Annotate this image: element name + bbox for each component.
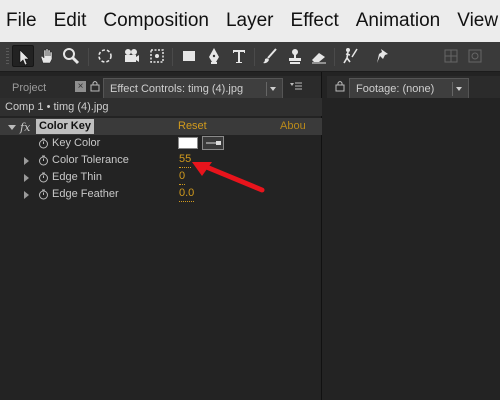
toolbar-separator xyxy=(254,48,255,66)
key-color-swatch[interactable] xyxy=(178,137,198,149)
property-row-color-tolerance: Color Tolerance 55 xyxy=(0,152,322,169)
stopwatch-icon[interactable] xyxy=(38,189,49,200)
lock-icon[interactable] xyxy=(90,80,100,92)
menu-view[interactable]: View xyxy=(457,10,498,32)
edge-feather-value[interactable]: 0.0 xyxy=(179,186,195,202)
pen-tool-icon[interactable] xyxy=(203,45,225,67)
key-color-label: Key Color xyxy=(52,137,101,149)
puppet-pin-tool-icon[interactable] xyxy=(372,45,394,67)
menu-file[interactable]: File xyxy=(6,10,37,32)
panel-menu-icon[interactable] xyxy=(289,81,303,93)
tab-project[interactable]: Project xyxy=(12,78,46,98)
rectangle-tool-icon[interactable] xyxy=(178,45,200,67)
menu-effect[interactable]: Effect xyxy=(291,10,339,32)
hand-tool-icon[interactable] xyxy=(36,45,58,67)
menu-composition[interactable]: Composition xyxy=(103,10,209,32)
comp-layer-label: Comp 1 • timg (4).jpg xyxy=(0,98,322,116)
world-axis-mode-icon[interactable] xyxy=(464,45,486,67)
tab-effect-controls-label: Effect Controls: timg (4).jpg xyxy=(110,83,244,95)
toolbar-separator xyxy=(88,48,89,66)
toolbar-separator xyxy=(172,48,173,66)
edge-feather-label: Edge Feather xyxy=(52,188,119,200)
twirl-open-icon[interactable] xyxy=(8,125,16,130)
menu-bar: File Edit Composition Layer Effect Anima… xyxy=(0,0,500,42)
twirl-closed-icon[interactable] xyxy=(24,191,29,199)
rotation-tool-icon[interactable] xyxy=(94,45,116,67)
unified-camera-tool-icon[interactable] xyxy=(120,45,142,67)
axis-mode-icon[interactable] xyxy=(440,45,462,67)
chevron-down-icon[interactable] xyxy=(266,82,278,96)
tab-effect-controls[interactable]: Effect Controls: timg (4).jpg xyxy=(103,78,283,98)
type-tool-icon[interactable] xyxy=(228,45,250,67)
clone-stamp-tool-icon[interactable] xyxy=(284,45,306,67)
panel-tab-bar: Project × Effect Controls: timg (4).jpg xyxy=(0,76,321,98)
tab-footage-label: Footage: (none) xyxy=(356,83,435,95)
panel-tab-bar: Footage: (none) xyxy=(327,76,500,98)
footage-panel: Footage: (none) xyxy=(327,72,500,400)
twirl-closed-icon[interactable] xyxy=(24,157,29,165)
effect-name[interactable]: Color Key xyxy=(36,119,94,134)
twirl-closed-icon[interactable] xyxy=(24,174,29,182)
about-link[interactable]: Abou xyxy=(280,118,306,135)
selection-tool-icon[interactable] xyxy=(12,45,34,67)
tab-footage[interactable]: Footage: (none) xyxy=(349,78,469,98)
color-tolerance-label: Color Tolerance xyxy=(52,154,129,166)
menu-animation[interactable]: Animation xyxy=(356,10,441,32)
color-tolerance-value[interactable]: 55 xyxy=(179,152,192,168)
effect-controls-panel: Project × Effect Controls: timg (4).jpg … xyxy=(0,72,322,400)
eyedropper-icon[interactable] xyxy=(202,136,224,150)
fx-icon[interactable]: fx xyxy=(20,119,30,136)
property-row-key-color: Key Color xyxy=(0,135,322,152)
eraser-tool-icon[interactable] xyxy=(308,45,330,67)
lock-icon[interactable] xyxy=(335,80,345,92)
toolbar-separator xyxy=(334,48,335,66)
pan-behind-tool-icon[interactable] xyxy=(146,45,168,67)
property-row-edge-feather: Edge Feather 0.0 xyxy=(0,186,322,203)
edge-thin-label: Edge Thin xyxy=(52,171,102,183)
brush-tool-icon[interactable] xyxy=(259,45,281,67)
roto-brush-tool-icon[interactable] xyxy=(340,45,362,67)
stopwatch-icon[interactable] xyxy=(38,172,49,183)
reset-link[interactable]: Reset xyxy=(178,118,207,135)
chevron-down-icon[interactable] xyxy=(452,82,464,96)
property-row-edge-thin: Edge Thin 0 xyxy=(0,169,322,186)
edge-thin-value[interactable]: 0 xyxy=(179,169,186,185)
zoom-tool-icon[interactable] xyxy=(60,45,82,67)
toolbar-grip[interactable] xyxy=(6,48,9,66)
menu-layer[interactable]: Layer xyxy=(226,10,274,32)
menu-edit[interactable]: Edit xyxy=(54,10,87,32)
stopwatch-icon[interactable] xyxy=(38,155,49,166)
tools-toolbar xyxy=(0,42,500,72)
stopwatch-icon[interactable] xyxy=(38,138,49,149)
effect-row-color-key[interactable]: fx Color Key Reset Abou xyxy=(0,118,322,135)
close-tab-icon[interactable]: × xyxy=(75,81,86,92)
